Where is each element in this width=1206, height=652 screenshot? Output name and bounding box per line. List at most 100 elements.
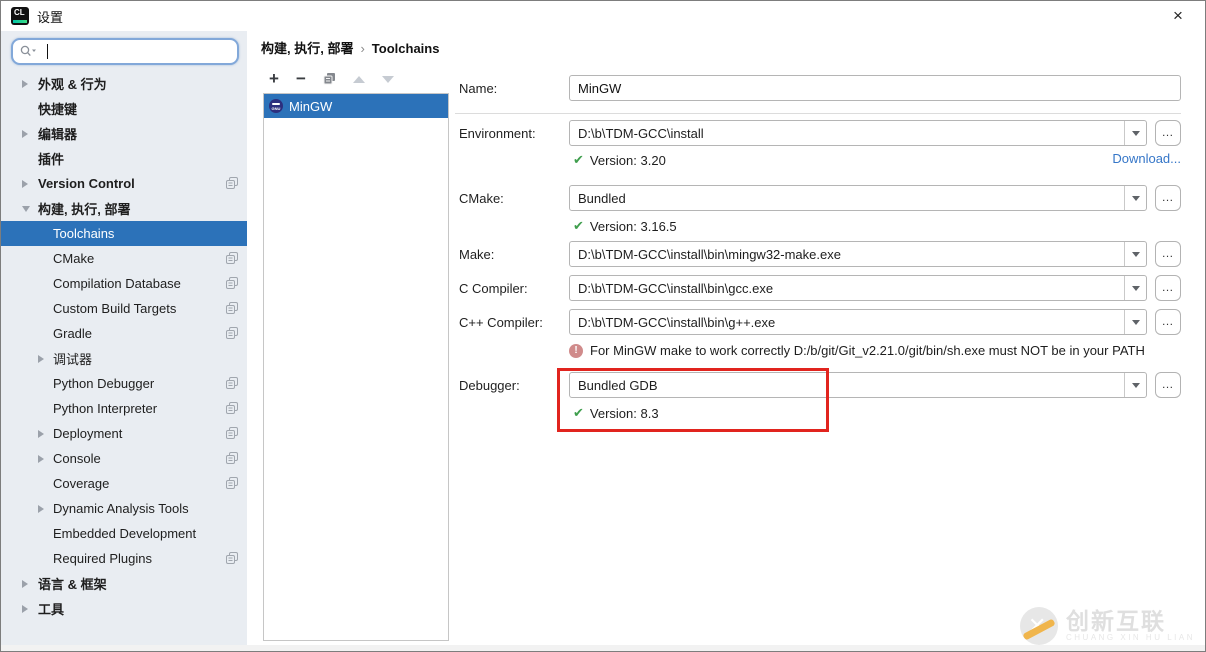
chevron-down-icon[interactable] xyxy=(1124,242,1146,266)
cmake-version-row: ✔ Version: 3.16.5 xyxy=(573,218,677,234)
sidebar-item-label: 快捷键 xyxy=(38,102,78,117)
chevron-right-icon[interactable] xyxy=(22,179,28,188)
breadcrumb-path[interactable]: 构建, 执行, 部署 xyxy=(261,41,353,56)
separator xyxy=(455,113,1181,114)
chevron-right-icon[interactable] xyxy=(22,579,28,588)
breadcrumb-current: Toolchains xyxy=(371,41,440,56)
search-input[interactable] xyxy=(11,38,239,65)
cpp-compiler-browse-button[interactable]: … xyxy=(1155,309,1181,335)
breadcrumb-separator: › xyxy=(360,41,365,56)
sidebar-item-row-5[interactable]: 构建, 执行, 部署 xyxy=(1,196,247,221)
chevron-right-icon[interactable] xyxy=(38,429,44,438)
make-value: D:\b\TDM-GCC\install\bin\mingw32-make.ex… xyxy=(578,246,841,262)
copy-toolchain-button[interactable] xyxy=(323,72,336,87)
chevron-right-icon[interactable] xyxy=(38,354,44,363)
chevron-right-icon[interactable] xyxy=(38,504,44,513)
sidebar-item-dynamic-analysis-tools[interactable]: Dynamic Analysis Tools xyxy=(1,496,247,521)
environment-version: Version: 3.20 xyxy=(589,152,666,168)
name-input[interactable]: MinGW xyxy=(569,75,1181,101)
sidebar-item-row-21[interactable]: 工具 xyxy=(1,596,247,621)
download-link[interactable]: Download... xyxy=(1112,151,1181,166)
sidebar-item-version-control[interactable]: Version Control xyxy=(1,171,247,196)
sidebar-item-label: 编辑器 xyxy=(38,127,78,142)
chevron-right-icon[interactable] xyxy=(38,454,44,463)
sidebar-item-required-plugins[interactable]: Required Plugins xyxy=(1,546,247,571)
copy-icon xyxy=(226,552,238,564)
cmake-version: Version: 3.16.5 xyxy=(589,218,677,234)
c-compiler-combo[interactable]: D:\b\TDM-GCC\install\bin\gcc.exe xyxy=(569,275,1147,301)
watermark-logo: 创新互联 CHUANG XIN HU LIAN xyxy=(1019,607,1195,645)
sidebar-item-row-2[interactable]: 编辑器 xyxy=(1,121,247,146)
move-down-button[interactable] xyxy=(381,75,394,83)
copy-icon xyxy=(226,177,238,189)
environment-combo[interactable]: D:\b\TDM-GCC\install xyxy=(569,120,1147,146)
environment-version-row: ✔ Version: 3.20 xyxy=(573,152,666,168)
debugger-combo[interactable]: Bundled GDB xyxy=(569,372,1147,398)
chevron-down-icon[interactable] xyxy=(22,205,30,212)
debugger-browse-button[interactable]: … xyxy=(1155,372,1181,398)
sidebar-item-label: Gradle xyxy=(53,326,93,341)
c-compiler-value: D:\b\TDM-GCC\install\bin\gcc.exe xyxy=(578,280,774,296)
sidebar-item-deployment[interactable]: Deployment xyxy=(1,421,247,446)
toolchain-item-label: MinGW xyxy=(289,98,333,114)
sidebar-item-label: 外观 & 行为 xyxy=(38,77,107,92)
mingw-icon xyxy=(269,99,283,113)
close-icon[interactable]: × xyxy=(1167,5,1189,27)
settings-tree: 外观 & 行为 快捷键编辑器插件 Version Control 构建, 执行, 部署… xyxy=(1,71,247,621)
sidebar-item-label: Toolchains xyxy=(53,226,115,241)
sidebar-item-compilation-database[interactable]: Compilation Database xyxy=(1,271,247,296)
sidebar-item-row-20[interactable]: 语言 & 框架 xyxy=(1,571,247,596)
chevron-right-icon[interactable] xyxy=(22,79,28,88)
sidebar-item-python-interpreter[interactable]: Python Interpreter xyxy=(1,396,247,421)
sidebar-item-gradle[interactable]: Gradle xyxy=(1,321,247,346)
chevron-down-icon[interactable] xyxy=(1124,276,1146,300)
add-toolchain-button[interactable]: + xyxy=(269,70,279,87)
cpp-compiler-label: C++ Compiler: xyxy=(459,315,543,330)
sidebar-item-label: Custom Build Targets xyxy=(53,301,177,316)
cmake-value: Bundled xyxy=(578,190,626,206)
watermark-title: 创新互联 xyxy=(1065,608,1166,634)
sidebar-item-cmake[interactable]: CMake xyxy=(1,246,247,271)
title-bar: CL 设置 × xyxy=(1,1,1205,31)
sidebar-item-row-0[interactable]: 外观 & 行为 xyxy=(1,71,247,96)
sidebar-item-embedded-development[interactable]: Embedded Development xyxy=(1,521,247,546)
chevron-right-icon[interactable] xyxy=(22,604,28,613)
chevron-down-icon[interactable] xyxy=(1124,186,1146,210)
breadcrumb: 构建, 执行, 部署 › Toolchains xyxy=(261,38,439,57)
environment-browse-button[interactable]: … xyxy=(1155,120,1181,146)
sidebar-item-toolchains[interactable]: Toolchains xyxy=(1,221,247,246)
sidebar-item-python-debugger[interactable]: Python Debugger xyxy=(1,371,247,396)
sidebar-item-row-11[interactable]: 调试器 xyxy=(1,346,247,371)
sidebar-item-row-3[interactable]: 插件 xyxy=(1,146,247,171)
remove-toolchain-button[interactable]: − xyxy=(296,70,306,87)
toolchains-page: 构建, 执行, 部署 › Toolchains + − MinGW xyxy=(247,31,1205,645)
chevron-down-icon[interactable] xyxy=(1124,310,1146,334)
warning-row: ! For MinGW make to work correctly D:/b/… xyxy=(569,343,1145,358)
copy-icon xyxy=(226,427,238,439)
chevron-down-icon[interactable] xyxy=(1124,373,1146,397)
copy-icon xyxy=(226,302,238,314)
cmake-combo[interactable]: Bundled xyxy=(569,185,1147,211)
chevron-down-icon[interactable] xyxy=(1124,121,1146,145)
sidebar-item-label: Version Control xyxy=(38,176,135,191)
move-up-button[interactable] xyxy=(352,75,365,83)
sidebar-item-coverage[interactable]: Coverage xyxy=(1,471,247,496)
chevron-right-icon[interactable] xyxy=(22,129,28,138)
sidebar-item-label: CMake xyxy=(53,251,95,266)
toolchain-list: MinGW xyxy=(263,93,449,641)
sidebar-item-custom-build-targets[interactable]: Custom Build Targets xyxy=(1,296,247,321)
cmake-browse-button[interactable]: … xyxy=(1155,185,1181,211)
copy-icon xyxy=(226,452,238,464)
cpp-compiler-value: D:\b\TDM-GCC\install\bin\g++.exe xyxy=(578,314,776,330)
check-icon: ✔ xyxy=(573,218,584,233)
make-combo[interactable]: D:\b\TDM-GCC\install\bin\mingw32-make.ex… xyxy=(569,241,1147,267)
c-compiler-browse-button[interactable]: … xyxy=(1155,275,1181,301)
sidebar-item-label: 插件 xyxy=(38,152,65,167)
cpp-compiler-combo[interactable]: D:\b\TDM-GCC\install\bin\g++.exe xyxy=(569,309,1147,335)
c-compiler-label: C Compiler: xyxy=(459,281,528,296)
sidebar-item-console[interactable]: Console xyxy=(1,446,247,471)
make-browse-button[interactable]: … xyxy=(1155,241,1181,267)
window-title: 设置 xyxy=(37,9,64,25)
toolchain-item-mingw[interactable]: MinGW xyxy=(264,94,448,118)
sidebar-item-row-1[interactable]: 快捷键 xyxy=(1,96,247,121)
